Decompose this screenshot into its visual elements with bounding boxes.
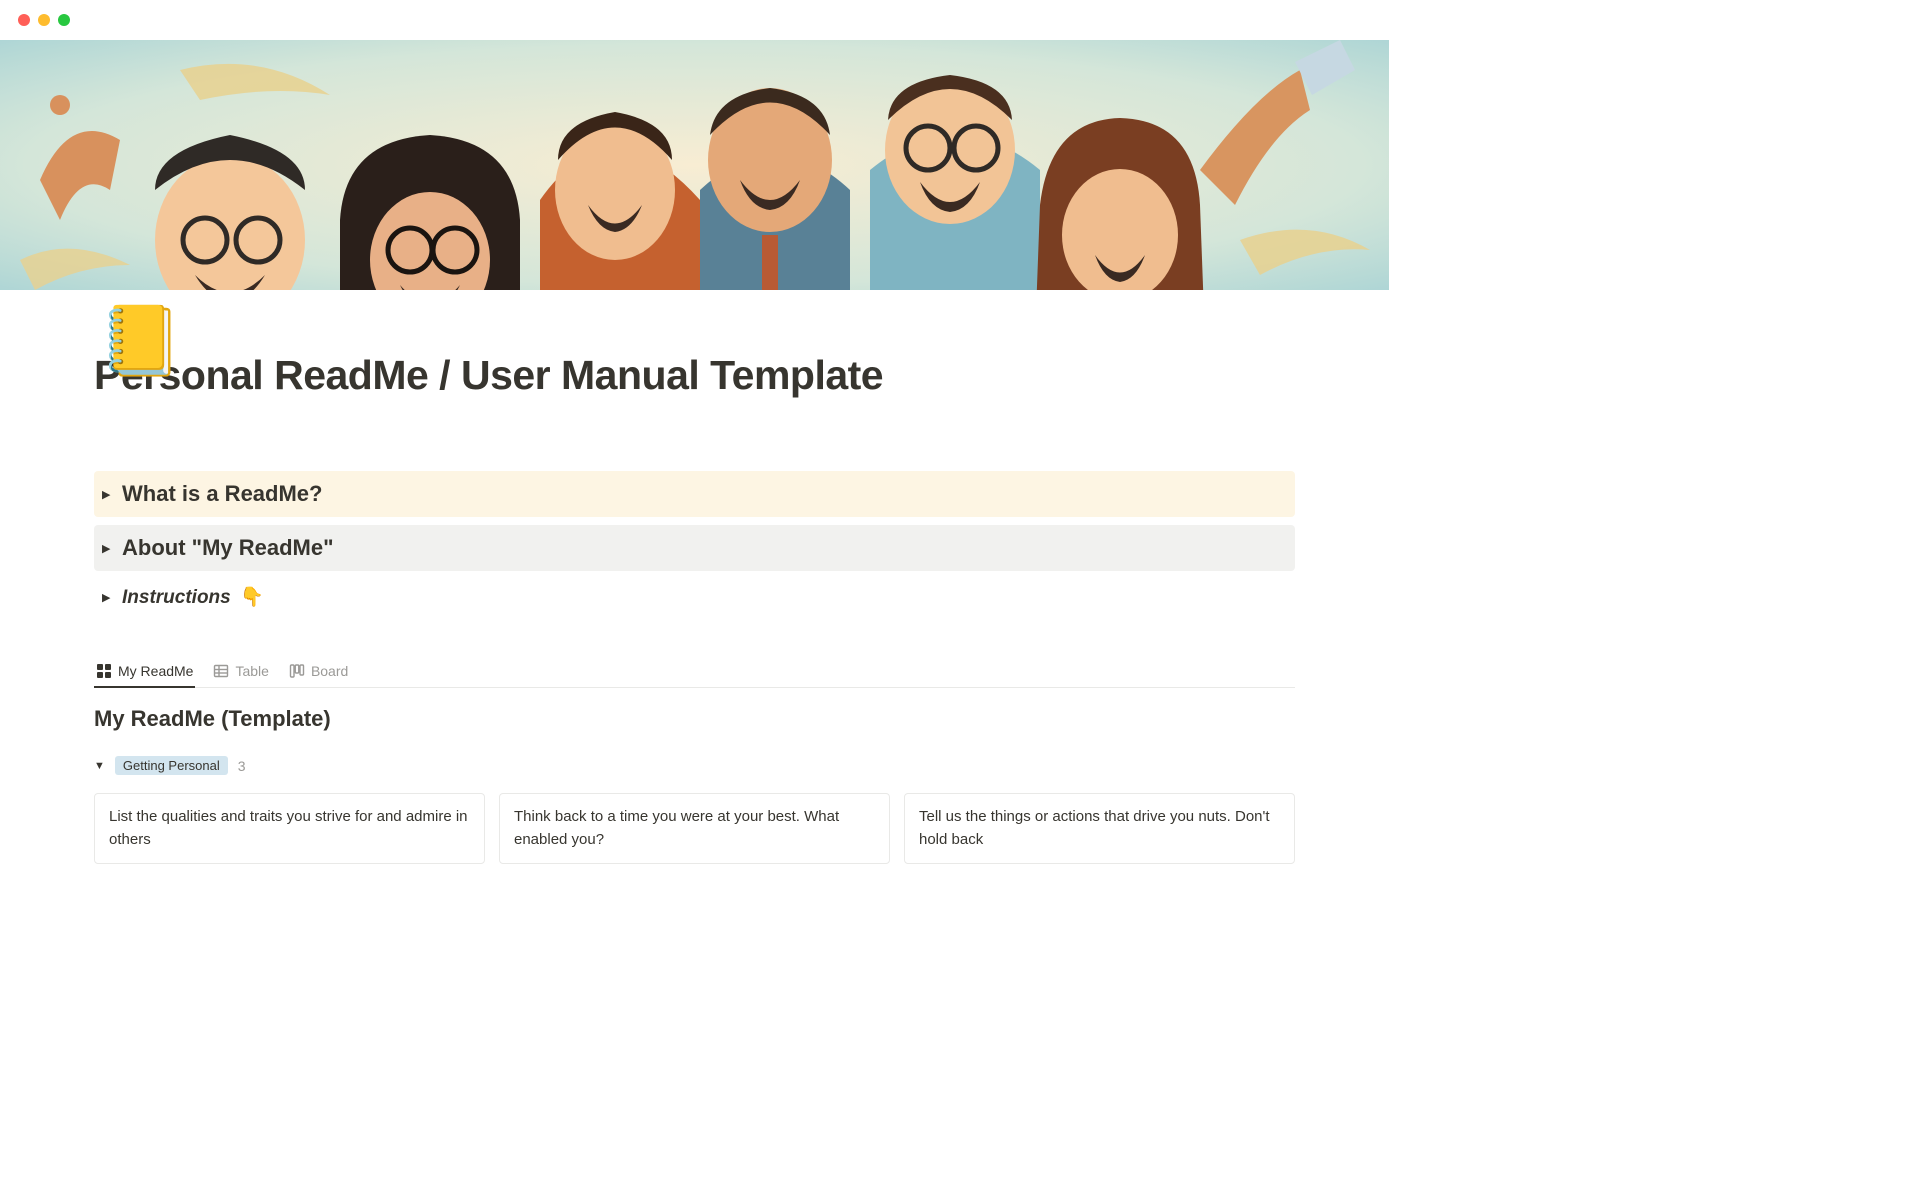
page-title[interactable]: Personal ReadMe / User Manual Template xyxy=(94,352,1295,399)
toggle-instructions[interactable]: ▶ Instructions 👇 xyxy=(94,579,1295,615)
view-tabs: My ReadMe Table Board xyxy=(94,657,1295,688)
cover-image[interactable] xyxy=(0,40,1389,290)
toggle-about-my-readme[interactable]: ▶ About "My ReadMe" xyxy=(94,525,1295,571)
tab-table[interactable]: Table xyxy=(211,657,270,687)
tab-label: Board xyxy=(311,663,348,679)
tab-board[interactable]: Board xyxy=(287,657,350,687)
database-title[interactable]: My ReadMe (Template) xyxy=(94,706,1295,732)
traffic-lights xyxy=(18,14,70,26)
chevron-down-icon: ▼ xyxy=(94,760,105,772)
card-item[interactable]: List the qualities and traits you strive… xyxy=(94,793,485,864)
table-view-icon xyxy=(213,663,229,679)
tab-my-readme[interactable]: My ReadMe xyxy=(94,657,195,687)
card-item[interactable]: Think back to a time you were at your be… xyxy=(499,793,890,864)
titlebar xyxy=(0,0,1389,40)
tab-label: My ReadMe xyxy=(118,663,193,679)
group-header[interactable]: ▼ Getting Personal 3 xyxy=(94,756,1295,775)
toggle-section: ▶ What is a ReadMe? ▶ About "My ReadMe" … xyxy=(94,471,1295,615)
chevron-right-icon: ▶ xyxy=(102,488,122,501)
page-content: 📒 Personal ReadMe / User Manual Template… xyxy=(0,352,1389,864)
instructions-text: Instructions xyxy=(122,587,231,608)
minimize-window-button[interactable] xyxy=(38,14,50,26)
point-down-icon: 👇 xyxy=(240,587,264,608)
toggle-label: About "My ReadMe" xyxy=(122,535,334,561)
chevron-right-icon: ▶ xyxy=(102,542,122,555)
toggle-label: What is a ReadMe? xyxy=(122,481,322,507)
maximize-window-button[interactable] xyxy=(58,14,70,26)
card-item[interactable]: Tell us the things or actions that drive… xyxy=(904,793,1295,864)
cards-row: List the qualities and traits you strive… xyxy=(94,793,1295,864)
toggle-what-is-readme[interactable]: ▶ What is a ReadMe? xyxy=(94,471,1295,517)
board-view-icon xyxy=(289,663,305,679)
toggle-label: Instructions 👇 xyxy=(122,585,264,609)
group-tag: Getting Personal xyxy=(115,756,228,775)
chevron-right-icon: ▶ xyxy=(102,591,122,604)
app-window: 📒 Personal ReadMe / User Manual Template… xyxy=(0,0,1389,869)
page-icon[interactable]: 📒 xyxy=(98,307,183,375)
tab-label: Table xyxy=(235,663,268,679)
close-window-button[interactable] xyxy=(18,14,30,26)
group-count: 3 xyxy=(238,758,246,774)
gallery-view-icon xyxy=(96,663,112,679)
